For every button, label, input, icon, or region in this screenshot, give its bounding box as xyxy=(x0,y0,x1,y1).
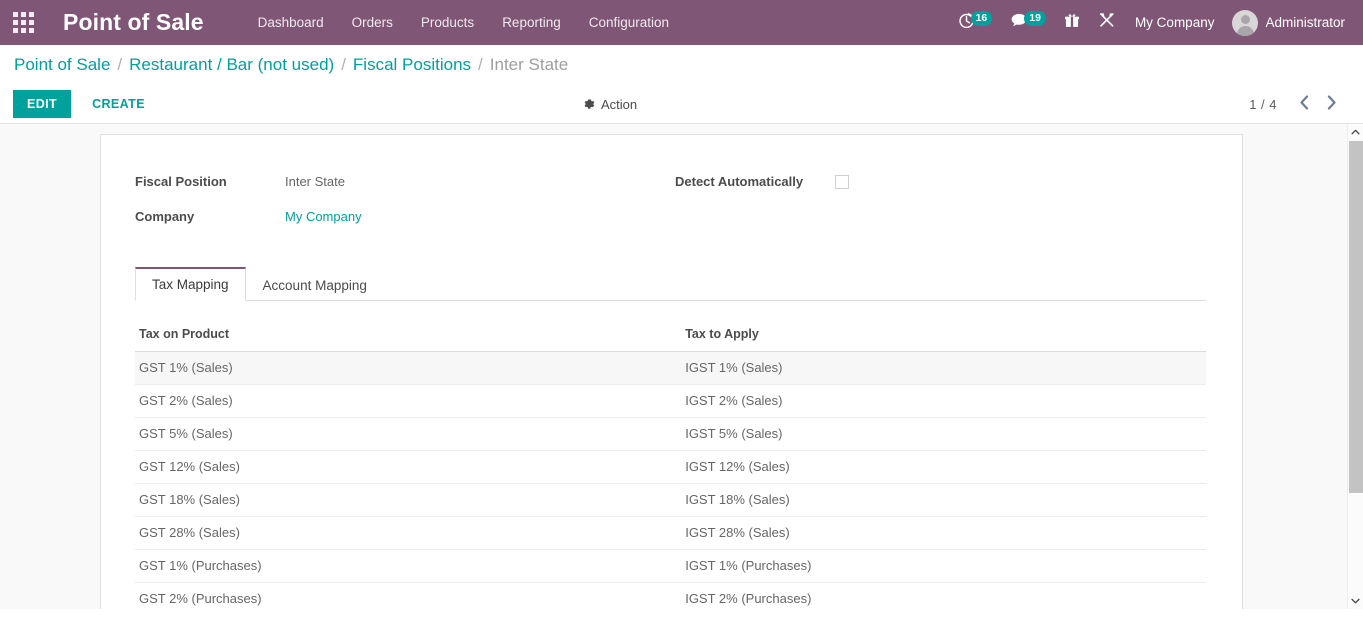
pager-count: 1 / 4 xyxy=(1249,97,1277,112)
cell-tax-to-apply[interactable]: IGST 28% (Sales) xyxy=(681,517,1206,550)
form-column-left: Fiscal Position Inter State Company My C… xyxy=(135,169,675,239)
table-row[interactable]: GST 1% (Purchases) IGST 1% (Purchases) xyxy=(135,550,1206,583)
form-fields-group: Fiscal Position Inter State Company My C… xyxy=(135,169,1206,267)
field-row-fiscal-position: Fiscal Position Inter State xyxy=(135,169,675,194)
breadcrumb-separator: / xyxy=(117,55,122,75)
cell-tax-on-product[interactable]: GST 1% (Sales) xyxy=(135,352,681,385)
create-button[interactable]: CREATE xyxy=(82,90,155,118)
activities-badge: 16 xyxy=(971,11,993,26)
form-view-content: Fiscal Position Inter State Company My C… xyxy=(0,124,1363,609)
table-row[interactable]: GST 18% (Sales) IGST 18% (Sales) xyxy=(135,484,1206,517)
cell-tax-on-product[interactable]: GST 18% (Sales) xyxy=(135,484,681,517)
pager-next-button[interactable] xyxy=(1318,95,1345,114)
tab-tax-mapping[interactable]: Tax Mapping xyxy=(135,267,246,301)
cell-tax-on-product[interactable]: GST 2% (Purchases) xyxy=(135,583,681,610)
nav-item-configuration[interactable]: Configuration xyxy=(575,0,683,45)
breadcrumb-separator: / xyxy=(478,55,483,75)
control-panel: EDIT CREATE Action 1 / 4 xyxy=(0,85,1363,124)
tools-menu[interactable] xyxy=(1089,0,1125,45)
company-switcher[interactable]: My Company xyxy=(1125,0,1225,45)
field-row-company: Company My Company xyxy=(135,204,675,229)
field-row-detect-automatically: Detect Automatically xyxy=(675,169,1145,194)
cell-tax-on-product[interactable]: GST 28% (Sales) xyxy=(135,517,681,550)
breadcrumb-item-restaurant-bar[interactable]: Restaurant / Bar (not used) xyxy=(129,55,334,75)
cell-tax-to-apply[interactable]: IGST 1% (Purchases) xyxy=(681,550,1206,583)
nav-item-products[interactable]: Products xyxy=(407,0,488,45)
table-header-row: Tax on Product Tax to Apply xyxy=(135,319,1206,352)
gear-icon xyxy=(583,98,596,111)
crossed-tools-icon xyxy=(1098,11,1116,34)
systray: 16 19 xyxy=(949,0,1351,45)
gift-box-icon xyxy=(1064,12,1080,34)
gift-menu[interactable] xyxy=(1055,0,1089,45)
table-row[interactable]: GST 28% (Sales) IGST 28% (Sales) xyxy=(135,517,1206,550)
cell-tax-to-apply[interactable]: IGST 2% (Sales) xyxy=(681,385,1206,418)
breadcrumb-item-point-of-sale[interactable]: Point of Sale xyxy=(14,55,110,75)
vertical-scrollbar[interactable] xyxy=(1347,124,1363,609)
chevron-down-icon xyxy=(1351,598,1360,604)
fiscal-position-label: Fiscal Position xyxy=(135,174,285,189)
activities-menu[interactable]: 16 xyxy=(949,0,1002,45)
cell-tax-on-product[interactable]: GST 1% (Purchases) xyxy=(135,550,681,583)
messages-badge: 19 xyxy=(1024,11,1046,26)
notebook-tabs: Tax Mapping Account Mapping xyxy=(135,267,1206,301)
table-body: GST 1% (Sales) IGST 1% (Sales) GST 2% (S… xyxy=(135,352,1206,610)
table-row[interactable]: GST 1% (Sales) IGST 1% (Sales) xyxy=(135,352,1206,385)
app-brand-title[interactable]: Point of Sale xyxy=(63,9,204,36)
table-row[interactable]: GST 2% (Sales) IGST 2% (Sales) xyxy=(135,385,1206,418)
column-header-tax-on-product[interactable]: Tax on Product xyxy=(135,319,681,352)
cell-tax-to-apply[interactable]: IGST 12% (Sales) xyxy=(681,451,1206,484)
tab-account-mapping[interactable]: Account Mapping xyxy=(246,268,384,301)
nav-item-reporting[interactable]: Reporting xyxy=(488,0,575,45)
company-label: Company xyxy=(135,209,285,224)
user-name-label: Administrator xyxy=(1265,15,1345,30)
detect-automatically-checkbox[interactable] xyxy=(835,175,849,189)
table-row[interactable]: GST 2% (Purchases) IGST 2% (Purchases) xyxy=(135,583,1206,610)
edit-button[interactable]: EDIT xyxy=(13,90,71,118)
breadcrumb-separator: / xyxy=(341,55,346,75)
user-menu[interactable]: Administrator xyxy=(1224,10,1351,36)
scrollbar-down-button[interactable] xyxy=(1348,593,1363,609)
main-nav-menu: Dashboard Orders Products Reporting Conf… xyxy=(244,0,683,45)
table-row[interactable]: GST 12% (Sales) IGST 12% (Sales) xyxy=(135,451,1206,484)
nav-item-dashboard[interactable]: Dashboard xyxy=(244,0,338,45)
nav-item-orders[interactable]: Orders xyxy=(338,0,407,45)
detect-automatically-label: Detect Automatically xyxy=(675,174,835,189)
cell-tax-on-product[interactable]: GST 2% (Sales) xyxy=(135,385,681,418)
form-column-right: Detect Automatically xyxy=(675,169,1145,239)
action-menu-button[interactable]: Action xyxy=(583,97,637,112)
table-row[interactable]: GST 5% (Sales) IGST 5% (Sales) xyxy=(135,418,1206,451)
cell-tax-to-apply[interactable]: IGST 2% (Purchases) xyxy=(681,583,1206,610)
apps-grid-icon xyxy=(13,12,34,33)
cell-tax-to-apply[interactable]: IGST 18% (Sales) xyxy=(681,484,1206,517)
column-header-tax-to-apply[interactable]: Tax to Apply xyxy=(681,319,1206,352)
cell-tax-on-product[interactable]: GST 12% (Sales) xyxy=(135,451,681,484)
pager: 1 / 4 xyxy=(1249,95,1345,114)
breadcrumb-item-fiscal-positions[interactable]: Fiscal Positions xyxy=(353,55,471,75)
messages-menu[interactable]: 19 xyxy=(1001,0,1055,45)
scrollbar-thumb[interactable] xyxy=(1349,141,1363,493)
pager-previous-button[interactable] xyxy=(1291,95,1318,114)
scrollbar-up-button[interactable] xyxy=(1348,124,1363,140)
chevron-left-icon xyxy=(1299,95,1310,110)
action-menu-label: Action xyxy=(601,97,637,112)
cell-tax-to-apply[interactable]: IGST 1% (Sales) xyxy=(681,352,1206,385)
chevron-up-icon xyxy=(1351,129,1360,135)
tax-mapping-table: Tax on Product Tax to Apply GST 1% (Sale… xyxy=(135,319,1206,609)
chevron-right-icon xyxy=(1326,95,1337,110)
breadcrumb: Point of Sale / Restaurant / Bar (not us… xyxy=(0,45,1363,85)
cell-tax-to-apply[interactable]: IGST 5% (Sales) xyxy=(681,418,1206,451)
top-navbar: Point of Sale Dashboard Orders Products … xyxy=(0,0,1363,45)
user-avatar-icon xyxy=(1232,10,1258,36)
form-sheet: Fiscal Position Inter State Company My C… xyxy=(100,134,1243,609)
cell-tax-on-product[interactable]: GST 5% (Sales) xyxy=(135,418,681,451)
apps-menu-button[interactable] xyxy=(0,0,46,45)
company-value-link[interactable]: My Company xyxy=(285,209,362,224)
fiscal-position-value[interactable]: Inter State xyxy=(285,174,345,189)
breadcrumb-item-inter-state: Inter State xyxy=(490,55,568,75)
